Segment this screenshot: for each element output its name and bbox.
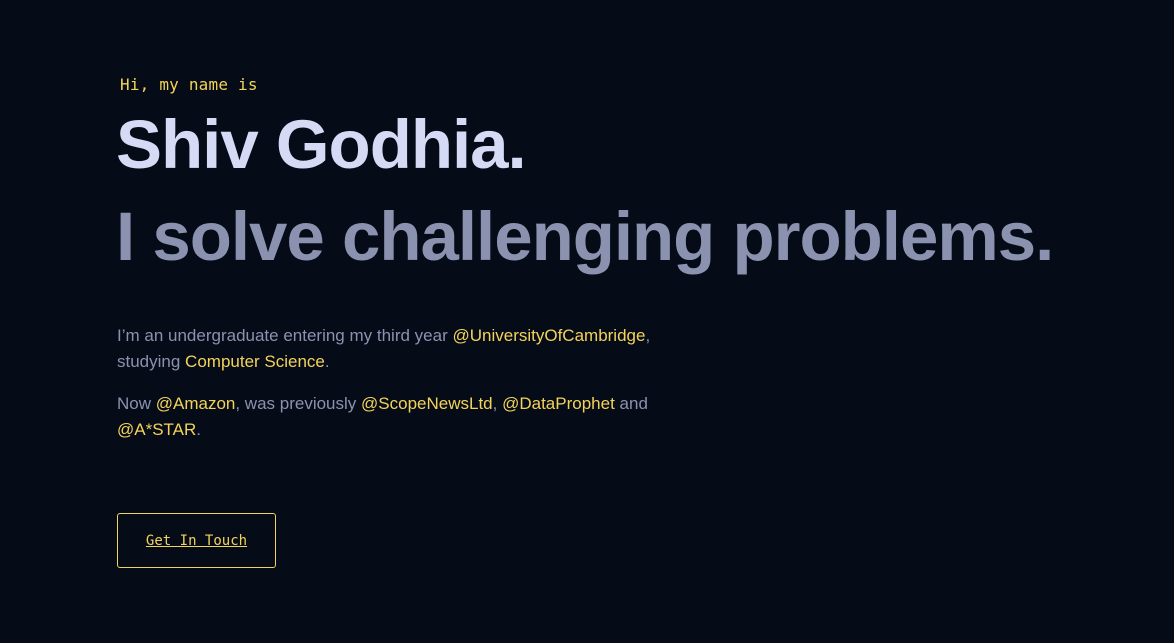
bio-paragraph-experience: Now @Amazon, was previously @ScopeNewsLt… bbox=[117, 391, 677, 443]
bio-text: I’m an undergraduate entering my third y… bbox=[117, 326, 453, 345]
subject-highlight: Computer Science bbox=[185, 352, 325, 371]
bio-paragraph-education: I’m an undergraduate entering my third y… bbox=[117, 323, 677, 375]
bio-text: , was previously bbox=[235, 394, 362, 413]
bio-text: , bbox=[492, 394, 503, 413]
hero-section: Hi, my name is Shiv Godhia. I solve chal… bbox=[0, 0, 1174, 643]
tagline-heading: I solve challenging problems. bbox=[116, 198, 1054, 275]
bio-text: . bbox=[196, 420, 202, 439]
bio-text: . bbox=[324, 352, 330, 371]
bio-text: Now bbox=[117, 394, 156, 413]
university-link[interactable]: @UniversityOfCambridge bbox=[452, 326, 645, 345]
amazon-link[interactable]: @Amazon bbox=[156, 394, 236, 413]
scopenews-link[interactable]: @ScopeNewsLtd bbox=[361, 394, 493, 413]
bio-text: and bbox=[614, 394, 648, 413]
get-in-touch-button[interactable]: Get In Touch bbox=[117, 513, 276, 568]
dataprophet-link[interactable]: @DataProphet bbox=[502, 394, 615, 413]
astar-link[interactable]: @A*STAR bbox=[117, 420, 196, 439]
greeting-text: Hi, my name is bbox=[120, 75, 258, 94]
name-heading: Shiv Godhia. bbox=[116, 106, 527, 183]
